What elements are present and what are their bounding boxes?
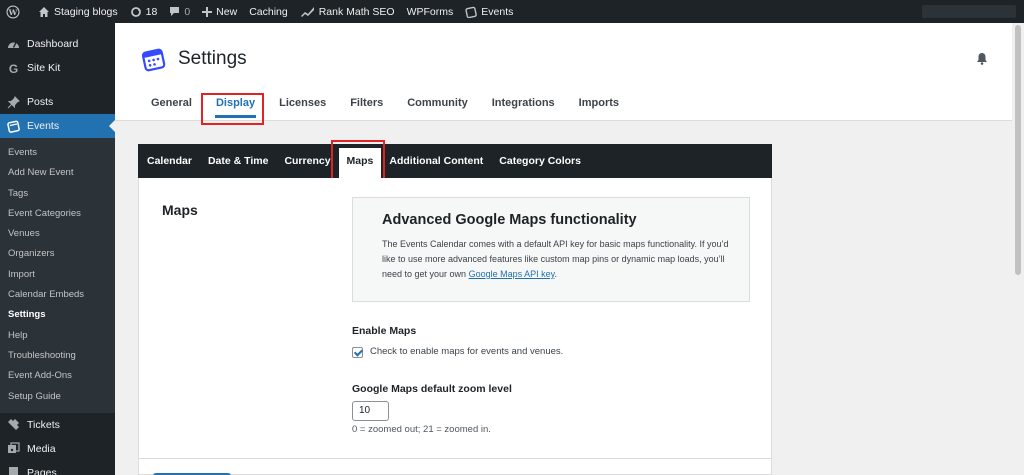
site-name-link[interactable]: Staging blogs: [32, 0, 124, 23]
submenu-organizers[interactable]: Organizers: [0, 244, 115, 264]
menu-events-label: Events: [27, 120, 60, 132]
enable-maps-help[interactable]: Check to enable maps for events and venu…: [370, 346, 563, 357]
menu-media-label: Media: [27, 442, 56, 455]
new-content-link[interactable]: New: [196, 0, 243, 23]
notification-bell-icon[interactable]: [976, 52, 988, 65]
menu-events[interactable]: Events: [0, 114, 115, 138]
menu-dashboard[interactable]: Dashboard: [0, 32, 115, 56]
submenu-import[interactable]: Import: [0, 265, 115, 285]
subtab-currency[interactable]: Currency: [276, 144, 338, 178]
submenu-troubleshooting[interactable]: Troubleshooting: [0, 346, 115, 366]
maps-subtab-highlight: [331, 140, 385, 181]
submenu-setup-guide[interactable]: Setup Guide: [0, 387, 115, 407]
admin-sidebar: Dashboard G Site Kit Posts Events Events…: [0, 23, 115, 475]
events-submenu: Events Add New Event Tags Event Categori…: [0, 138, 115, 413]
comment-icon: [170, 7, 180, 16]
site-name-label: Staging blogs: [54, 5, 118, 18]
updates-icon: [130, 6, 141, 17]
enable-maps-checkbox[interactable]: [352, 347, 363, 358]
menu-tickets[interactable]: Tickets: [0, 413, 115, 437]
rankmath-label: Rank Math SEO: [318, 5, 395, 18]
subtab-additional-content[interactable]: Additional Content: [381, 144, 491, 178]
wpforms-link[interactable]: WPForms: [401, 0, 460, 23]
submenu-venues[interactable]: Venues: [0, 224, 115, 244]
subtab-category-colors[interactable]: Category Colors: [491, 144, 589, 178]
zoom-level-input[interactable]: 10: [352, 401, 389, 421]
events-adminbar-label: Events: [481, 5, 514, 18]
subtab-calendar[interactable]: Calendar: [147, 144, 200, 178]
menu-media[interactable]: Media: [0, 437, 115, 461]
comments-link[interactable]: 0: [163, 0, 196, 23]
wpforms-label: WPForms: [406, 5, 454, 18]
submenu-event-categories[interactable]: Event Categories: [0, 204, 115, 224]
tab-imports[interactable]: Imports: [567, 97, 631, 119]
google-maps-api-key-link[interactable]: Google Maps API key: [469, 269, 555, 279]
tab-community[interactable]: Community: [395, 97, 480, 119]
submenu-events[interactable]: Events: [0, 143, 115, 163]
submenu-calendar-embeds[interactable]: Calendar Embeds: [0, 285, 115, 305]
pages-icon: [9, 467, 18, 475]
submenu-tags[interactable]: Tags: [0, 184, 115, 204]
maps-settings-panel: Maps Advanced Google Maps functionality …: [138, 178, 772, 475]
calendar-icon: [465, 6, 478, 18]
submenu-settings[interactable]: Settings: [0, 305, 115, 325]
tab-integrations[interactable]: Integrations: [480, 97, 567, 119]
comments-count: 0: [184, 5, 191, 18]
submenu-event-add-ons[interactable]: Event Add-Ons: [0, 366, 115, 386]
submenu-add-new-event[interactable]: Add New Event: [0, 163, 115, 183]
info-box-suffix: .: [554, 269, 557, 279]
maps-info-box: Advanced Google Maps functionality The E…: [352, 197, 750, 302]
menu-dashboard-label: Dashboard: [27, 38, 79, 50]
scrollbar-thumb[interactable]: [1015, 25, 1021, 275]
info-box-title: Advanced Google Maps functionality: [382, 212, 637, 228]
wordpress-logo-icon[interactable]: W: [0, 0, 32, 23]
dashboard-icon: [8, 41, 19, 48]
caching-label: Caching: [249, 5, 288, 18]
updates-count: 18: [145, 5, 158, 18]
updates-link[interactable]: 18: [124, 0, 164, 23]
svg-text:W: W: [8, 7, 18, 16]
menu-site-kit[interactable]: G Site Kit: [0, 56, 115, 80]
events-calendar-logo-icon: [141, 48, 166, 72]
display-tab-highlight: [201, 93, 264, 125]
submenu-help[interactable]: Help: [0, 326, 115, 346]
display-subtabs: Calendar Date & Time Currency Maps Addit…: [138, 144, 772, 178]
info-box-text: The Events Calendar comes with a default…: [382, 237, 734, 282]
subtab-date-time[interactable]: Date & Time: [200, 144, 277, 178]
enable-maps-label: Enable Maps: [352, 325, 417, 337]
menu-site-kit-label: Site Kit: [27, 62, 61, 74]
plus-icon: [202, 6, 213, 17]
caching-link[interactable]: Caching: [243, 0, 294, 23]
panel-divider: [139, 458, 771, 459]
events-adminbar-link[interactable]: Events: [459, 0, 519, 23]
zoom-level-label: Google Maps default zoom level: [352, 383, 512, 395]
rankmath-link[interactable]: Rank Math SEO: [294, 0, 401, 23]
home-icon: [39, 6, 49, 17]
svg-text:G: G: [9, 62, 18, 75]
menu-pages-label: Pages: [27, 466, 57, 475]
rankmath-icon: [300, 7, 314, 17]
my-account-link[interactable]: [922, 5, 1016, 18]
calendar-icon: [7, 120, 20, 133]
menu-posts[interactable]: Posts: [0, 90, 115, 114]
menu-pages[interactable]: Pages: [0, 461, 115, 475]
tab-licenses[interactable]: Licenses: [267, 97, 338, 119]
media-icon: [8, 442, 20, 454]
pushpin-icon: [7, 95, 20, 108]
menu-posts-label: Posts: [27, 96, 54, 108]
menu-tickets-label: Tickets: [27, 418, 60, 431]
zoom-level-help: 0 = zoomed out; 21 = zoomed in.: [352, 424, 491, 435]
page-scrollbar[interactable]: [1012, 23, 1024, 475]
page-title: Settings: [178, 48, 247, 69]
admin-bar: W Staging blogs 18 0 New Caching Rank Ma…: [0, 0, 1024, 23]
ticket-icon: [8, 419, 19, 431]
tab-general[interactable]: General: [139, 97, 204, 119]
google-g-icon: G: [9, 62, 18, 75]
new-label: New: [216, 5, 238, 18]
tab-filters[interactable]: Filters: [338, 97, 395, 119]
section-title: Maps: [162, 202, 198, 218]
